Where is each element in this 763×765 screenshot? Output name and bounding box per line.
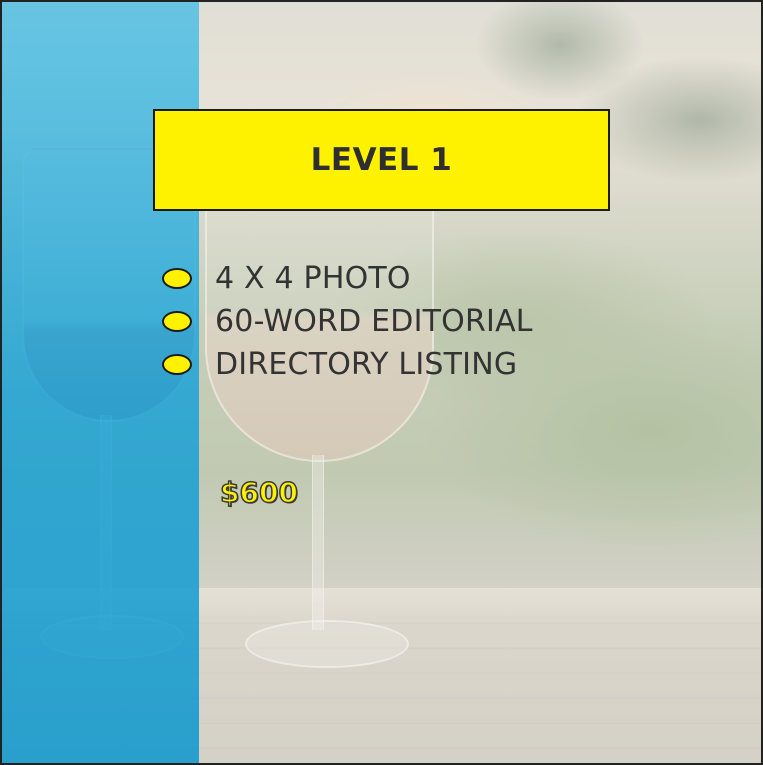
feature-label: 60-WORD EDITORIAL <box>215 304 533 339</box>
level-title-box: LEVEL 1 <box>153 109 610 211</box>
bullet-circle-icon <box>162 354 192 375</box>
price-label: $600 <box>219 475 298 510</box>
feature-label: 4 X 4 PHOTO <box>215 261 411 296</box>
list-item: DIRECTORY LISTING <box>162 343 533 386</box>
list-item: 60-WORD EDITORIAL <box>162 300 533 343</box>
bullet-circle-icon <box>162 268 192 289</box>
list-item: 4 X 4 PHOTO <box>162 257 533 300</box>
level-title: LEVEL 1 <box>310 142 453 178</box>
feature-label: DIRECTORY LISTING <box>215 347 518 382</box>
ad-level-card: LEVEL 1 4 X 4 PHOTO 60-WORD EDITORIAL DI… <box>0 0 763 765</box>
bullet-circle-icon <box>162 311 192 332</box>
feature-list: 4 X 4 PHOTO 60-WORD EDITORIAL DIRECTORY … <box>162 257 533 386</box>
